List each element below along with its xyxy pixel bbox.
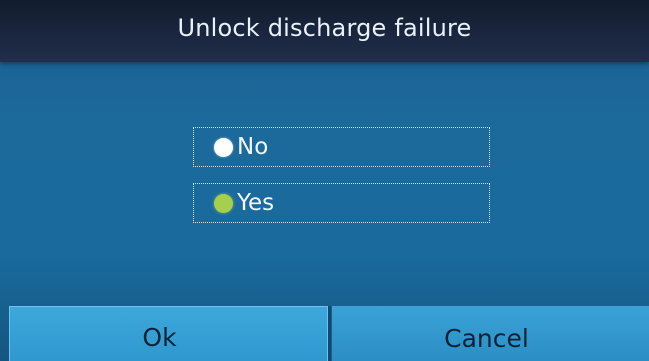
cancel-button[interactable]: Cancel	[331, 306, 649, 361]
cancel-button-label: Cancel	[444, 324, 529, 353]
dialog-screen: Unlock discharge failure No Yes Ok Cance…	[0, 0, 649, 361]
ok-button[interactable]: Ok	[9, 306, 328, 361]
radio-group: No Yes	[193, 125, 490, 225]
dialog-title: Unlock discharge failure	[177, 14, 472, 42]
radio-unselected-icon[interactable]	[214, 137, 233, 157]
radio-selected-icon[interactable]	[214, 193, 233, 213]
ok-button-label: Ok	[142, 322, 177, 352]
title-bar: Unlock discharge failure	[0, 0, 649, 62]
radio-option-label: Yes	[237, 190, 275, 216]
radio-option-label: No	[237, 134, 269, 160]
radio-option-no[interactable]: No	[193, 127, 490, 167]
radio-option-yes[interactable]: Yes	[193, 183, 490, 223]
